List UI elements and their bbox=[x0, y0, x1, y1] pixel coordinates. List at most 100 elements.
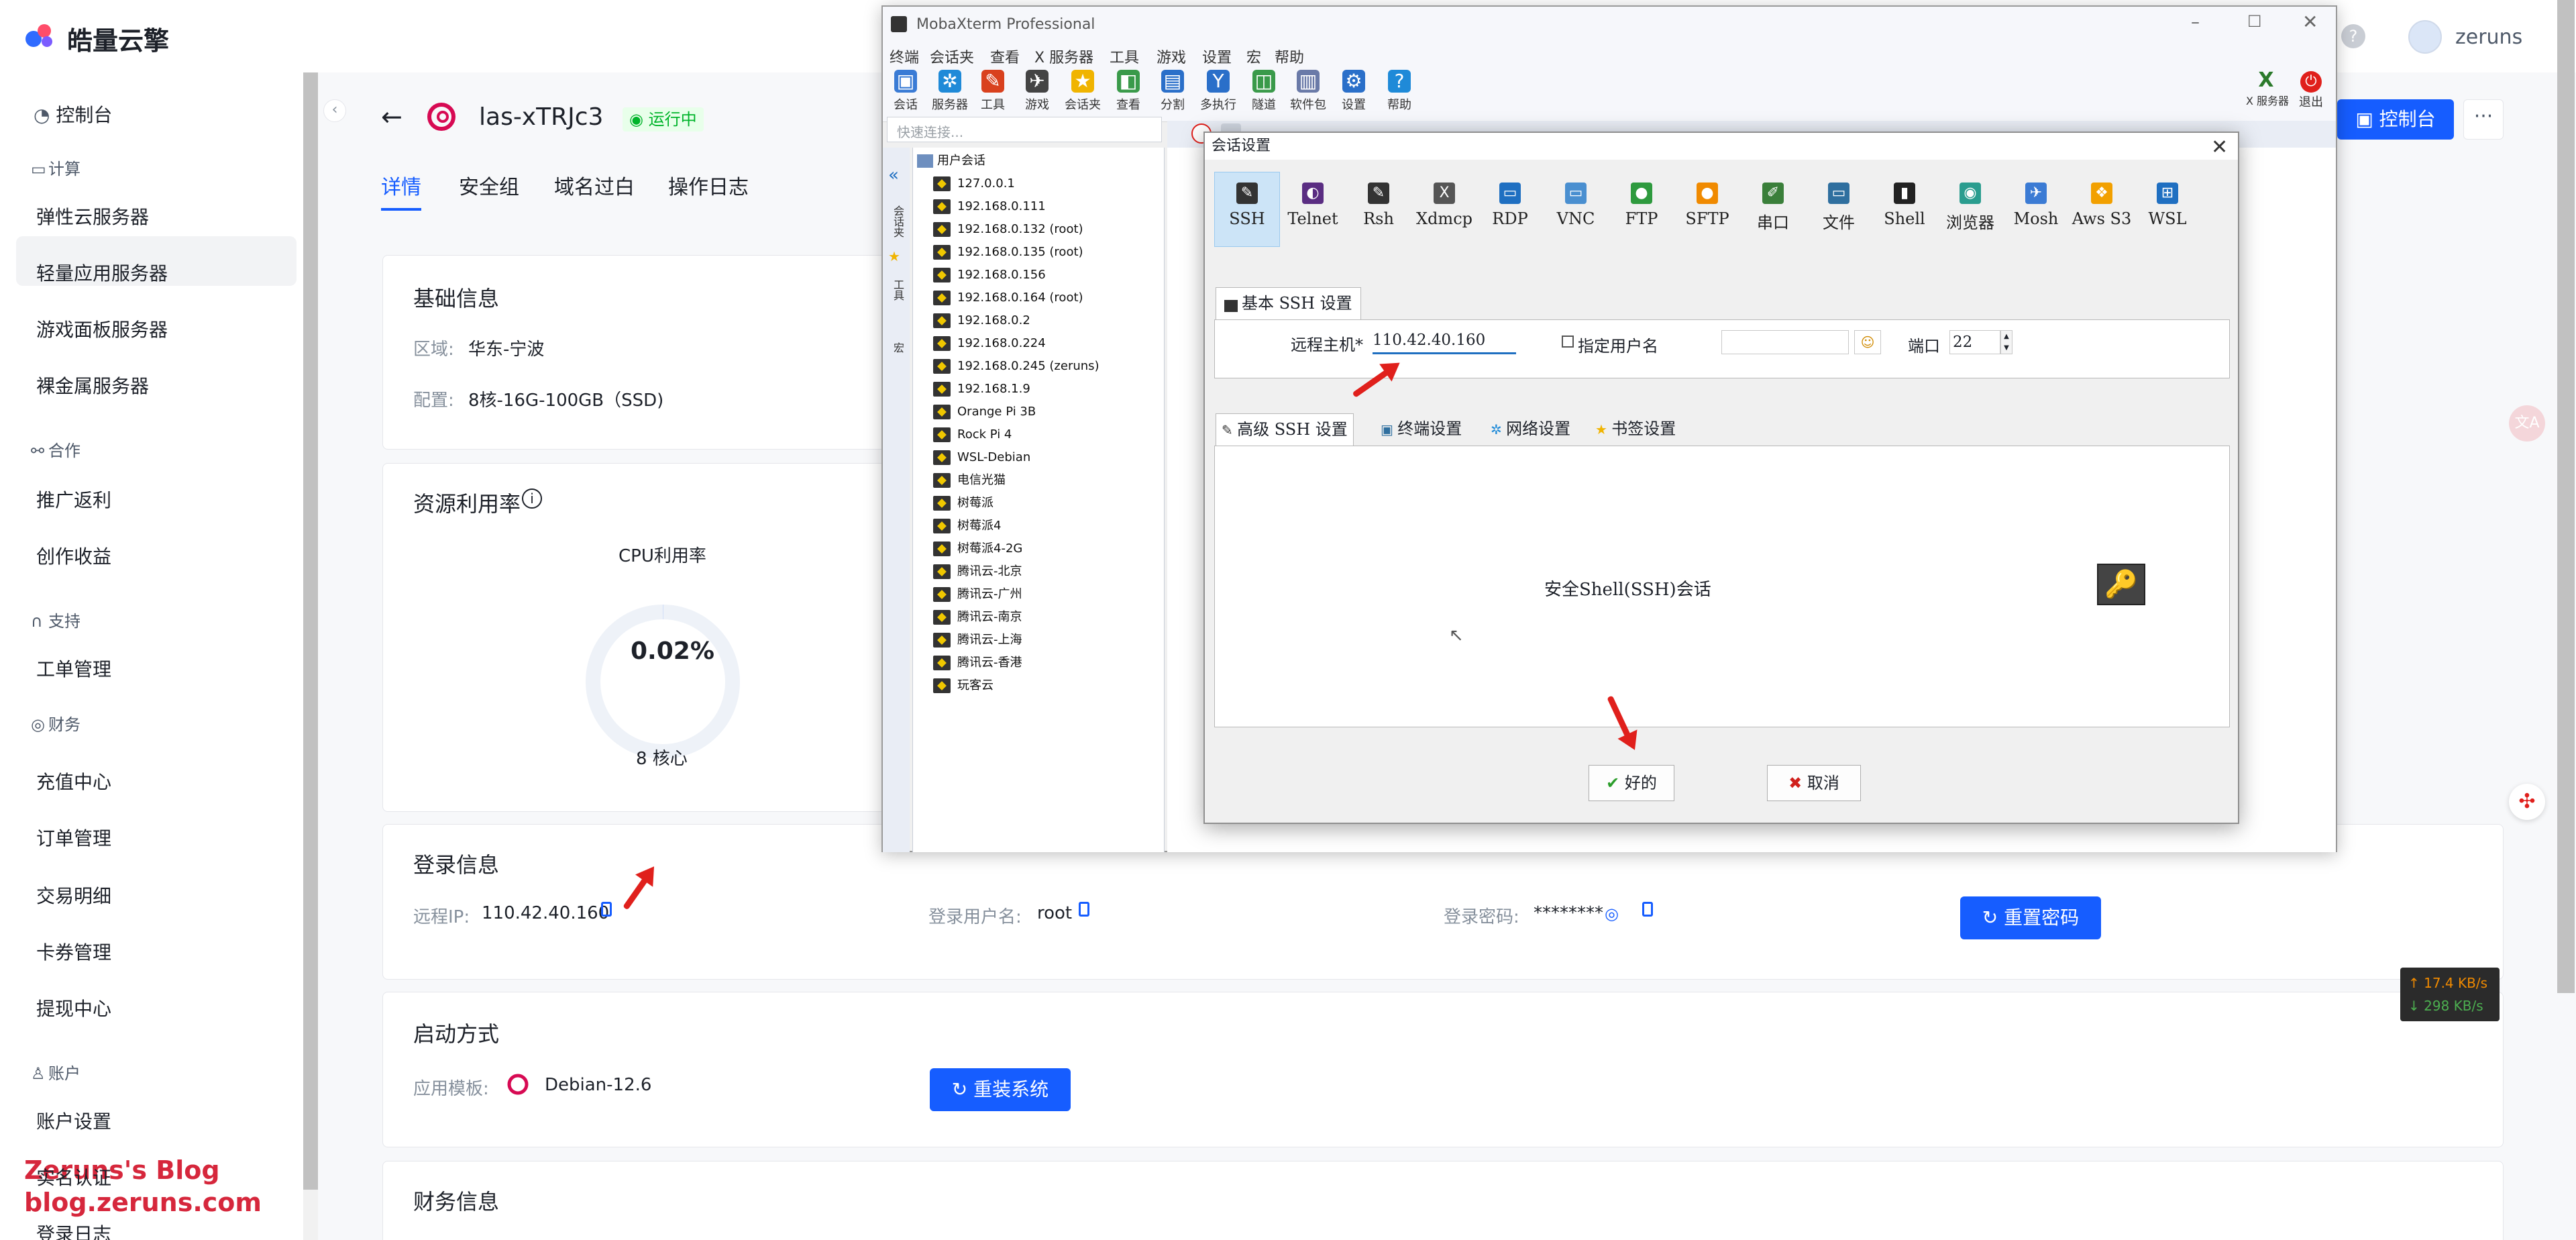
sidebar-item-7[interactable]: 推广返利 bbox=[36, 486, 111, 513]
toolbar-settings-button[interactable]: ⚙ 设置 bbox=[1334, 70, 1374, 113]
copy-ip-icon[interactable] bbox=[601, 902, 612, 917]
menu-5[interactable]: 游戏 bbox=[1157, 46, 1186, 67]
menu-3[interactable]: X 服务器 bbox=[1034, 46, 1093, 67]
user-picker-icon[interactable]: ☺ bbox=[1854, 330, 1881, 354]
session-item[interactable]: 树莓派4-2G bbox=[933, 538, 1022, 560]
tab-domain-whitelist[interactable]: 域名过白 bbox=[554, 170, 635, 200]
tab-details[interactable]: 详情 bbox=[381, 170, 421, 200]
quick-connect-input[interactable]: 快速连接... bbox=[887, 117, 1162, 142]
session-item[interactable]: WSL-Debian bbox=[933, 447, 1030, 468]
protocol-aws-s3[interactable]: ❖ Aws S3 bbox=[2069, 172, 2135, 243]
session-item[interactable]: Rock Pi 4 bbox=[933, 424, 1012, 446]
console-button[interactable]: ▣ 控制台 bbox=[2337, 99, 2454, 140]
username-input[interactable] bbox=[1721, 330, 1849, 354]
sidebar-item-12[interactable]: 充值中心 bbox=[36, 768, 111, 794]
toggle-password-eye-icon[interactable]: ◎ bbox=[1605, 905, 1619, 923]
sidebar-item-16[interactable]: 提现中心 bbox=[36, 994, 111, 1021]
sidebar-item-20[interactable]: 登录日志 bbox=[36, 1220, 111, 1240]
vtab-tools[interactable]: 工具 bbox=[890, 279, 906, 301]
protocol-mosh[interactable]: ✈ Mosh bbox=[2003, 172, 2069, 243]
toolbar-tools-button[interactable]: ✎ 工具 bbox=[973, 70, 1013, 113]
translate-float-icon[interactable]: 文A bbox=[2509, 405, 2545, 442]
cancel-button[interactable]: ✖ 取消 bbox=[1767, 765, 1861, 801]
session-item[interactable]: 192.168.0.245 (zeruns) bbox=[933, 356, 1099, 377]
reset-password-button[interactable]: ↻ 重置密码 bbox=[1960, 896, 2101, 939]
session-item[interactable]: 192.168.0.156 bbox=[933, 264, 1046, 286]
toolbar-view-button[interactable]: ◧ 查看 bbox=[1108, 70, 1148, 113]
protocol-sftp[interactable]: ● SFTP bbox=[1674, 172, 1740, 243]
protocol-ftp[interactable]: ● FTP bbox=[1609, 172, 1674, 243]
session-item[interactable]: Orange Pi 3B bbox=[933, 401, 1036, 423]
user-avatar[interactable] bbox=[2408, 20, 2442, 54]
advanced-tab-3[interactable]: ★ 书签设置 bbox=[1590, 413, 1681, 446]
specify-user-label[interactable]: 指定用户名 bbox=[1578, 333, 1658, 356]
sidebar-item-13[interactable]: 订单管理 bbox=[36, 824, 111, 851]
toolbar-split-button[interactable]: ▤ 分割 bbox=[1152, 70, 1193, 113]
protocol-xdmcp[interactable]: X Xdmcp bbox=[1411, 172, 1477, 243]
protocol-shell[interactable]: ▮ Shell bbox=[1872, 172, 1937, 243]
toolbar-star-button[interactable]: ★ 会话夹 bbox=[1063, 70, 1103, 113]
copy-user-icon[interactable] bbox=[1079, 902, 1089, 917]
reinstall-system-button[interactable]: ↻ 重装系统 bbox=[930, 1068, 1071, 1111]
dialog-close-button[interactable]: ✕ bbox=[2211, 136, 2228, 159]
protocol-telnet[interactable]: ◐ Telnet bbox=[1280, 172, 1346, 243]
session-item[interactable]: 192.168.0.164 (root) bbox=[933, 287, 1083, 309]
protocol-浏览器[interactable]: ◉ 浏览器 bbox=[1937, 172, 2003, 243]
session-item[interactable]: 玩客云 bbox=[933, 675, 994, 696]
advanced-tab-2[interactable]: ✲ 网络设置 bbox=[1485, 413, 1576, 446]
copy-password-icon[interactable] bbox=[1642, 902, 1653, 917]
menu-4[interactable]: 工具 bbox=[1110, 46, 1139, 67]
info-icon[interactable]: i bbox=[522, 488, 542, 509]
ok-button[interactable]: ✔ 好的 bbox=[1589, 765, 1674, 801]
session-item[interactable]: 192.168.1.9 bbox=[933, 378, 1030, 400]
protocol-串口[interactable]: ✐ 串口 bbox=[1740, 172, 1806, 243]
sidebar-item-14[interactable]: 交易明细 bbox=[36, 882, 111, 909]
session-item[interactable]: 192.168.0.111 bbox=[933, 196, 1046, 217]
window-close-button[interactable]: ✕ bbox=[2302, 11, 2318, 33]
menu-6[interactable]: 设置 bbox=[1202, 46, 1232, 67]
sidebar-item-2[interactable]: 弹性云服务器 bbox=[36, 203, 149, 229]
back-arrow-icon[interactable]: ← bbox=[381, 102, 402, 132]
page-scrollbar[interactable] bbox=[2557, 0, 2575, 993]
sidebar-item-19[interactable]: 实名认证 bbox=[36, 1164, 111, 1190]
sidebar-item-15[interactable]: 卡券管理 bbox=[36, 938, 111, 965]
sidebar-item-10[interactable]: 工单管理 bbox=[36, 655, 111, 682]
toolbar-packages-button[interactable]: ▥ 软件包 bbox=[1288, 70, 1328, 113]
session-item[interactable]: 192.168.0.135 (root) bbox=[933, 242, 1083, 263]
session-item[interactable]: 腾讯云-北京 bbox=[933, 561, 1022, 582]
session-item[interactable]: 腾讯云-香港 bbox=[933, 652, 1022, 674]
basic-ssh-tab[interactable]: 基本 SSH 设置 bbox=[1216, 287, 1361, 319]
collapse-sidebar-button[interactable]: ‹ bbox=[323, 99, 346, 122]
help-icon[interactable]: ? bbox=[2341, 24, 2365, 48]
port-stepper[interactable]: ▲ ▼ bbox=[2000, 330, 2012, 354]
username[interactable]: zeruns bbox=[2455, 25, 2522, 49]
maximize-button[interactable]: ☐ bbox=[2247, 12, 2262, 31]
more-actions-button[interactable]: ··· bbox=[2463, 99, 2504, 140]
toolbar-help-button[interactable]: ? 帮助 bbox=[1379, 70, 1419, 113]
collapse-panel-icon[interactable]: « bbox=[888, 165, 899, 185]
toolbar-multiexec-button[interactable]: Y 多执行 bbox=[1198, 70, 1238, 113]
session-item[interactable]: 127.0.0.1 bbox=[933, 173, 1015, 195]
session-item[interactable]: 树莓派4 bbox=[933, 515, 1001, 537]
protocol-ssh[interactable]: ✎ SSH bbox=[1214, 172, 1280, 243]
session-item[interactable]: 腾讯云-南京 bbox=[933, 607, 1022, 628]
xserver-button[interactable]: X X 服务器 bbox=[2246, 68, 2289, 108]
session-item[interactable]: 192.168.0.132 (root) bbox=[933, 219, 1083, 240]
advanced-tab-1[interactable]: ▣ 终端设置 bbox=[1375, 413, 1467, 446]
toolbar-tunnel-button[interactable]: ◫ 隧道 bbox=[1244, 70, 1284, 113]
protocol-rsh[interactable]: ✎ Rsh bbox=[1346, 172, 1411, 243]
session-item[interactable]: 192.168.0.224 bbox=[933, 333, 1046, 354]
session-item[interactable]: 树莓派 bbox=[933, 493, 994, 514]
toolbar-session-button[interactable]: ▣ 会话 bbox=[885, 70, 926, 113]
vtab-macros[interactable]: 宏 bbox=[890, 342, 906, 353]
menu-0[interactable]: 终端 bbox=[890, 46, 919, 67]
menu-7[interactable]: 宏 bbox=[1246, 46, 1261, 67]
session-item[interactable]: 腾讯云-上海 bbox=[933, 629, 1022, 651]
sidebar-item-4[interactable]: 游戏面板服务器 bbox=[36, 315, 168, 342]
session-item[interactable]: 电信光猫 bbox=[933, 470, 1006, 491]
remote-host-input[interactable]: 110.42.40.160 bbox=[1373, 327, 1516, 354]
tree-root[interactable]: 用户会话 bbox=[917, 150, 985, 172]
protocol-vnc[interactable]: ▭ VNC bbox=[1543, 172, 1609, 243]
protocol-文件[interactable]: ▭ 文件 bbox=[1806, 172, 1872, 243]
advanced-tab-0[interactable]: ✎ 高级 SSH 设置 bbox=[1216, 413, 1354, 446]
